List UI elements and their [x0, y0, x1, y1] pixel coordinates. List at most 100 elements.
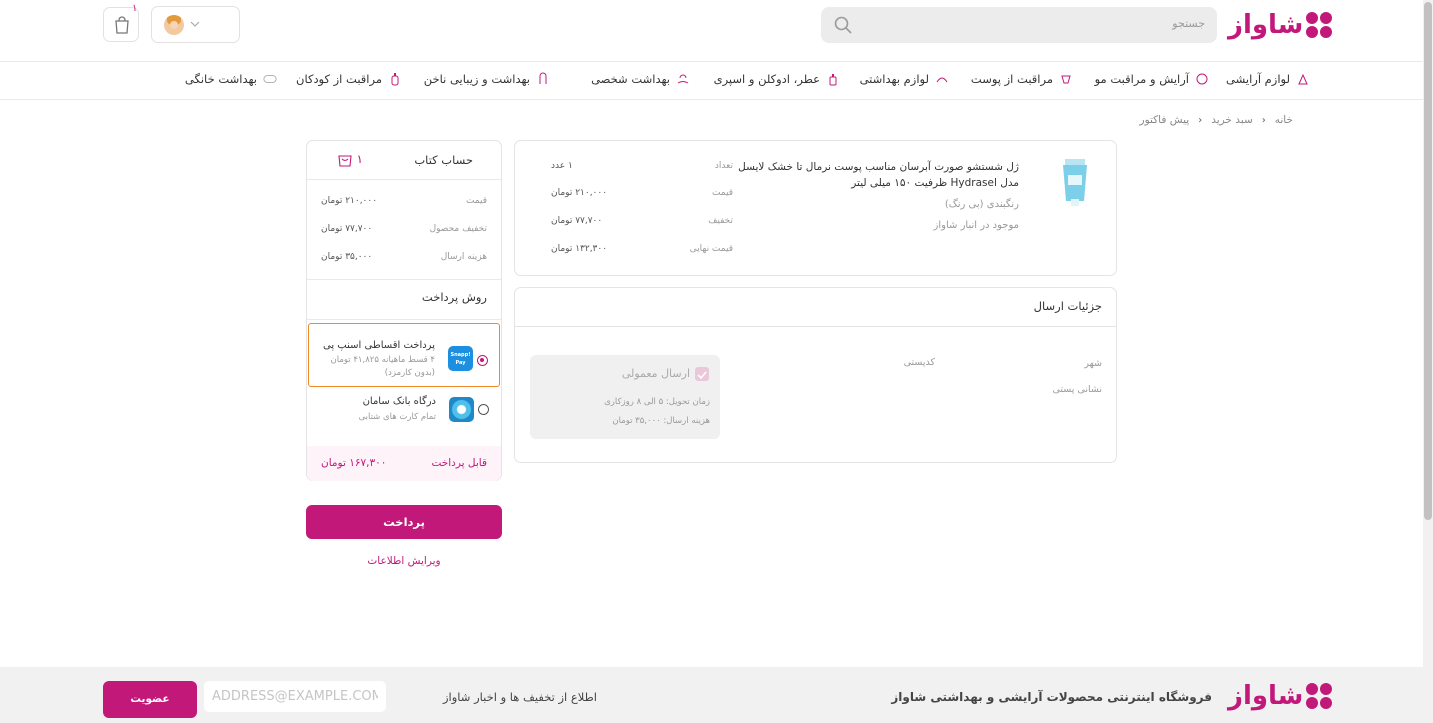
nav-item-perfume[interactable]: عطر، ادوکلن و اسپری [714, 72, 840, 86]
radio-unselected[interactable] [478, 404, 489, 415]
payment-option-desc: ۴ قسط ماهیانه ۴۱,۸۲۵ تومان [330, 355, 435, 365]
cart-count-badge: ۱ [132, 3, 138, 14]
search-placeholder: جستجو [1172, 17, 1205, 30]
summary-shipping-label: هزینه ارسال [440, 252, 487, 262]
summary-price-value: ۲۱۰,۰۰۰ تومان [321, 196, 378, 206]
footer-tagline: فروشگاه اینترنتی محصولات آرایشی و بهداشت… [891, 690, 1212, 704]
chevron-left-icon: ‹ [1198, 114, 1203, 126]
final-price-value: ۱۳۲,۳۰۰ تومان [551, 244, 608, 254]
logo-text: شاواز [1228, 681, 1304, 711]
summary-title: حساب کتاب [414, 153, 473, 167]
price-label: قیمت [711, 188, 733, 198]
summary-price-label: قیمت [465, 196, 487, 206]
nav-item-label: عطر، ادوکلن و اسپری [713, 72, 820, 86]
pay-button[interactable]: پرداخت [306, 505, 502, 539]
logo-mark-icon [1306, 12, 1333, 38]
personal-care-icon [677, 74, 689, 84]
nav-item-hygiene[interactable]: لوازم بهداشتی [860, 72, 949, 86]
product-color: رنگبندی (بی رنگ) [944, 199, 1019, 210]
breadcrumb-home[interactable]: خانه [1275, 114, 1293, 126]
nail-icon [539, 72, 547, 84]
product-stock: موجود در انبار شاواز [933, 220, 1019, 231]
shipping-header: جزئیات ارسال [515, 288, 1116, 327]
shipping-card: جزئیات ارسال شهر کدپستی نشانی پستی ارسال… [514, 287, 1117, 463]
newsletter-email-input[interactable] [204, 681, 386, 712]
breadcrumb-cart[interactable]: سبد خرید [1211, 114, 1253, 126]
summary-item-count: ۱ [356, 152, 363, 166]
summary-shipping-value: ۳۵,۰۰۰ تومان [321, 252, 373, 262]
radio-selected[interactable] [477, 355, 488, 366]
scrollbar-thumb[interactable] [1424, 2, 1432, 520]
skincare-icon [1061, 75, 1071, 84]
makeup-icon [1298, 73, 1308, 85]
shipping-method-label: ارسال معمولی [621, 367, 690, 380]
nav-item-nail[interactable]: بهداشت و زیبایی ناخن [424, 72, 550, 86]
city-label: شهر [1084, 358, 1102, 369]
nav-item-label: لوازم آرایشی [1226, 72, 1290, 86]
shipping-method-option[interactable]: ارسال معمولی زمان تحویل: ۵ الی ۸ روزکاری… [530, 355, 720, 439]
profile-menu-button[interactable] [151, 6, 240, 43]
breadcrumb: خانه ‹ سبد خرید ‹ پیش فاکتور [1140, 114, 1294, 126]
nav-item-home-care[interactable]: بهداشت خانگی [185, 72, 277, 86]
home-care-icon [263, 75, 277, 83]
site-logo[interactable]: شاواز [1228, 10, 1333, 40]
payment-method-title: روش پرداخت [421, 290, 487, 304]
checkbox-icon [695, 367, 709, 381]
footer-logo[interactable]: شاواز [1228, 681, 1333, 711]
divider [307, 279, 501, 280]
nav-item-label: لوازم بهداشتی [859, 72, 929, 86]
search-input[interactable]: جستجو [821, 7, 1217, 43]
payable-value: ۱۶۷,۳۰۰ تومان [321, 457, 387, 469]
payable-label: قابل پرداخت [431, 457, 487, 469]
shipping-title: جزئیات ارسال [1033, 299, 1102, 313]
payment-option-desc: تمام کارت های شتابی [358, 412, 436, 422]
chevron-left-icon: ‹ [1261, 114, 1266, 126]
quantity-label: تعداد [714, 161, 733, 171]
hair-icon [1196, 73, 1208, 85]
payment-option-saman[interactable]: درگاه بانک سامان تمام کارت های شتابی [308, 387, 500, 441]
edit-info-link[interactable]: ویرایش اطلاعات [306, 555, 502, 567]
avatar [164, 15, 184, 35]
product-card: ژل شستشو صورت آبرسان مناسب پوست نرمال تا… [514, 140, 1117, 276]
quantity-value: ۱ عدد [551, 161, 573, 171]
shipping-cost: هزینه ارسال: ۳۵,۰۰۰ تومان [612, 416, 710, 426]
nav-item-hair[interactable]: آرایش و مراقبت مو [1095, 72, 1209, 86]
final-price-label: قیمت نهایی [689, 244, 733, 254]
postal-address-label: نشانی پستی [1052, 384, 1103, 395]
snapppay-logo-icon: Snapp! Pay [448, 346, 473, 371]
nav-item-baby[interactable]: مراقبت از کودکان [296, 72, 402, 86]
summary-discount-value: ۷۷,۷۰۰ تومان [321, 224, 373, 234]
baby-icon [391, 73, 399, 86]
payment-option-snapppay[interactable]: Snapp! Pay پرداخت اقساطی اسنپ پی ۴ قسط م… [308, 323, 500, 387]
payable-amount-row: قابل پرداخت ۱۶۷,۳۰۰ تومان [307, 446, 501, 481]
discount-label: تخفیف [708, 216, 733, 226]
category-nav: لوازم آرایشی آرایش و مراقبت مو مراقبت از… [0, 61, 1423, 100]
nav-item-label: مراقبت از پوست [970, 72, 1053, 86]
nav-item-makeup[interactable]: لوازم آرایشی [1226, 72, 1310, 86]
site-header: شاواز جستجو ۱ [0, 0, 1423, 61]
payment-option-desc-note: (بدون کارمزد) [384, 368, 435, 378]
page-scrollbar[interactable] [1423, 0, 1433, 723]
discount-value: ۷۷,۷۰۰ تومان [551, 216, 603, 226]
nav-item-label: بهداشت شخصی [591, 72, 670, 86]
product-image[interactable] [1060, 159, 1090, 207]
city-value: کدپستی [903, 357, 935, 368]
payment-option-name: درگاه بانک سامان [362, 396, 436, 407]
nav-item-skincare[interactable]: مراقبت از پوست [971, 72, 1073, 86]
shopping-bag-icon [115, 16, 129, 34]
summary-discount-label: تخفیف محصول [429, 224, 487, 234]
nav-item-label: بهداشت و زیبایی ناخن [423, 72, 530, 86]
newsletter-join-button[interactable]: عضویت [103, 681, 197, 718]
logo-text: شاواز [1228, 10, 1304, 40]
shopping-bag-icon [338, 155, 352, 167]
divider [307, 179, 501, 180]
nav-item-personal-care[interactable]: بهداشت شخصی [591, 72, 690, 86]
nav-item-label: مراقبت از کودکان [296, 72, 382, 86]
product-title[interactable]: ژل شستشو صورت آبرسان مناسب پوست نرمال تا… [729, 159, 1019, 191]
payment-option-name: پرداخت اقساطی اسنپ پی [322, 340, 435, 351]
newsletter-text: اطلاع از تخفیف ها و اخبار شاواز [443, 690, 597, 704]
order-summary-card: حساب کتاب ۱ قیمت ۲۱۰,۰۰۰ تومان تخفیف محص… [306, 140, 502, 481]
search-icon[interactable] [833, 15, 853, 35]
nav-item-label: بهداشت خانگی [184, 72, 257, 86]
breadcrumb-current: پیش فاکتور [1139, 114, 1190, 126]
